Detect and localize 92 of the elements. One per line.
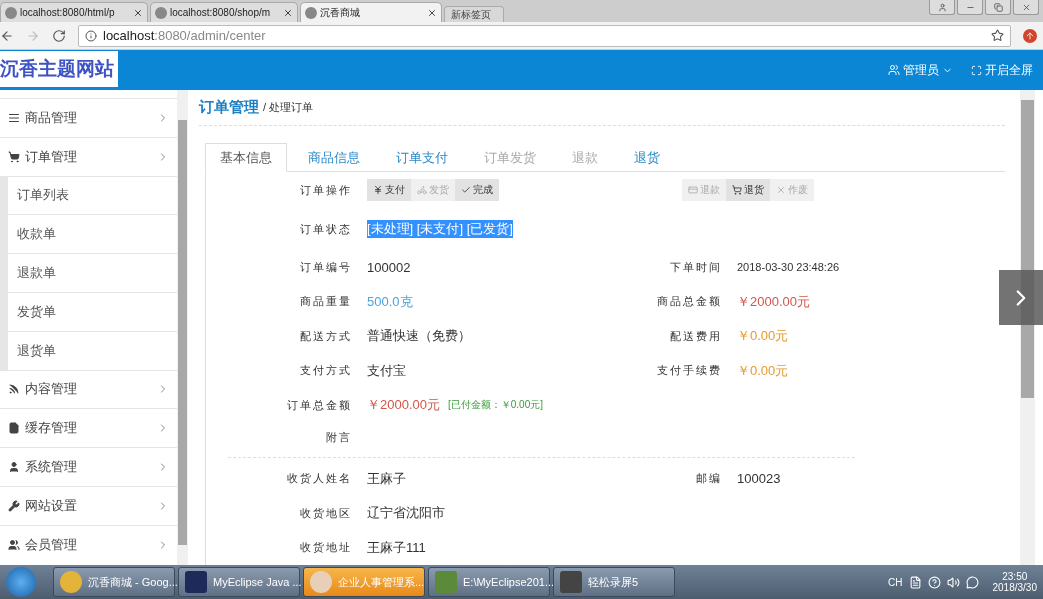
users-icon xyxy=(8,538,20,551)
field-value: 辽宁省沈阳市 xyxy=(367,504,445,523)
field-value: 100002 xyxy=(367,259,411,275)
document-icon[interactable] xyxy=(908,575,922,589)
avatar-placeholder xyxy=(310,571,332,593)
field-label: 商品总金额 xyxy=(656,294,722,310)
fullscreen-button[interactable]: 开启全屏 xyxy=(971,61,1033,79)
tab[interactable]: 商品信息 xyxy=(293,143,375,172)
field-value: 普通快速（免费） xyxy=(367,327,471,346)
field-value: ￥0.00元 xyxy=(737,361,789,380)
language-indicator[interactable]: CH xyxy=(888,576,903,588)
order-status: [未处理] [未支付] [已发货] xyxy=(367,220,513,238)
field-value: ￥2000.00元 xyxy=(367,396,440,415)
field-label: 订单状态 xyxy=(299,221,352,237)
minimize-button[interactable] xyxy=(957,0,983,15)
field-label: 收货地址 xyxy=(299,540,352,556)
favicon-icon xyxy=(5,6,17,19)
yen-icon xyxy=(373,185,383,195)
users-icon xyxy=(888,64,900,76)
browser-tab[interactable]: 新标签页 xyxy=(444,6,504,22)
close-button[interactable] xyxy=(1013,0,1039,15)
browser-tab[interactable]: 沉香商城 xyxy=(300,2,442,22)
site-logo[interactable]: 沉香主题网站 xyxy=(0,51,118,87)
cart-icon xyxy=(8,150,20,163)
rss-icon xyxy=(8,383,20,396)
bike-icon xyxy=(417,185,427,195)
field-value: 500.0克 xyxy=(367,292,413,311)
field-label: 订单操作 xyxy=(299,182,352,198)
field-label: 附言 xyxy=(325,430,352,445)
close-icon xyxy=(1021,2,1031,12)
breadcrumb-page: / 处理订单 xyxy=(263,100,314,116)
restore-icon xyxy=(993,2,1003,12)
speaker-icon[interactable] xyxy=(946,575,960,589)
field-label: 订单总金额 xyxy=(286,397,352,413)
field-label: 支付方式 xyxy=(299,363,352,379)
breadcrumb-section[interactable]: 订单管理 xyxy=(199,98,259,118)
file-icon xyxy=(8,422,20,435)
field-label: 配送方式 xyxy=(299,328,352,344)
action-button[interactable]: 完成 xyxy=(455,179,499,201)
tab[interactable]: 基本信息 xyxy=(205,143,287,172)
info-icon xyxy=(85,29,97,42)
user-icon xyxy=(937,2,947,12)
field-label: 邮编 xyxy=(695,471,722,487)
check-icon xyxy=(461,185,471,195)
user-button[interactable] xyxy=(929,0,955,15)
field-value: 2018-03-30 23:48:26 xyxy=(737,261,840,274)
card-icon xyxy=(688,185,698,195)
user-icon xyxy=(8,461,20,474)
field-value: ￥0.00元 xyxy=(737,327,789,346)
close-icon xyxy=(427,7,437,18)
restore-button[interactable] xyxy=(985,0,1011,15)
field-label: 配送费用 xyxy=(669,328,722,344)
tab[interactable]: 退货 xyxy=(619,143,675,172)
field-value: 王麻子111 xyxy=(367,538,426,557)
wrench-icon xyxy=(8,499,20,512)
close-icon xyxy=(133,7,143,18)
address-field[interactable]: localhost:8080/admin/center xyxy=(78,24,1011,47)
browser-tab[interactable]: localhost:8080/shop/m xyxy=(150,2,298,22)
list-icon xyxy=(8,111,20,124)
field-label: 商品重量 xyxy=(299,294,352,310)
field-label: 支付手续费 xyxy=(656,363,722,379)
field-label: 收货地区 xyxy=(299,505,352,521)
close-icon xyxy=(283,7,293,18)
field-label: 订单编号 xyxy=(299,259,352,275)
taskbar-button[interactable]: 轻松录屏5 xyxy=(553,567,675,597)
favicon-icon xyxy=(305,6,317,19)
favicon-icon xyxy=(155,6,167,19)
user-menu-button[interactable]: 管理员 xyxy=(888,61,953,79)
reload-icon[interactable] xyxy=(52,28,66,43)
field-value: 支付宝 xyxy=(367,361,406,380)
action-button[interactable]: 退货 xyxy=(726,179,770,201)
taskbar-button[interactable]: MyEclipse Java ... xyxy=(178,567,300,597)
back-icon[interactable] xyxy=(0,28,14,43)
cart-icon xyxy=(732,185,742,195)
tab[interactable]: 订单支付 xyxy=(381,143,463,172)
field-value: 王麻子 xyxy=(367,469,406,488)
extension-icon[interactable] xyxy=(1023,28,1037,43)
taskbar-button[interactable]: 沉香商城 - Goog... xyxy=(53,567,175,597)
fullscreen-icon xyxy=(971,64,982,76)
help-icon[interactable] xyxy=(927,575,941,589)
chat-icon[interactable] xyxy=(965,575,979,589)
paid-note: [已付金额：￥0.00元] xyxy=(448,398,544,413)
x-icon xyxy=(776,185,786,195)
clock[interactable]: 23:50 2018/3/30 xyxy=(992,571,1037,593)
star-icon[interactable] xyxy=(991,29,1004,42)
field-value: 100023 xyxy=(737,471,781,487)
field-label: 下单时间 xyxy=(669,259,722,275)
field-value: ￥2000.00元 xyxy=(737,292,810,311)
action-button[interactable]: 支付 xyxy=(367,179,411,201)
browser-tab[interactable]: localhost:8080/html/p xyxy=(0,2,148,22)
field-label: 收货人姓名 xyxy=(286,471,352,487)
start-button[interactable] xyxy=(6,567,36,597)
